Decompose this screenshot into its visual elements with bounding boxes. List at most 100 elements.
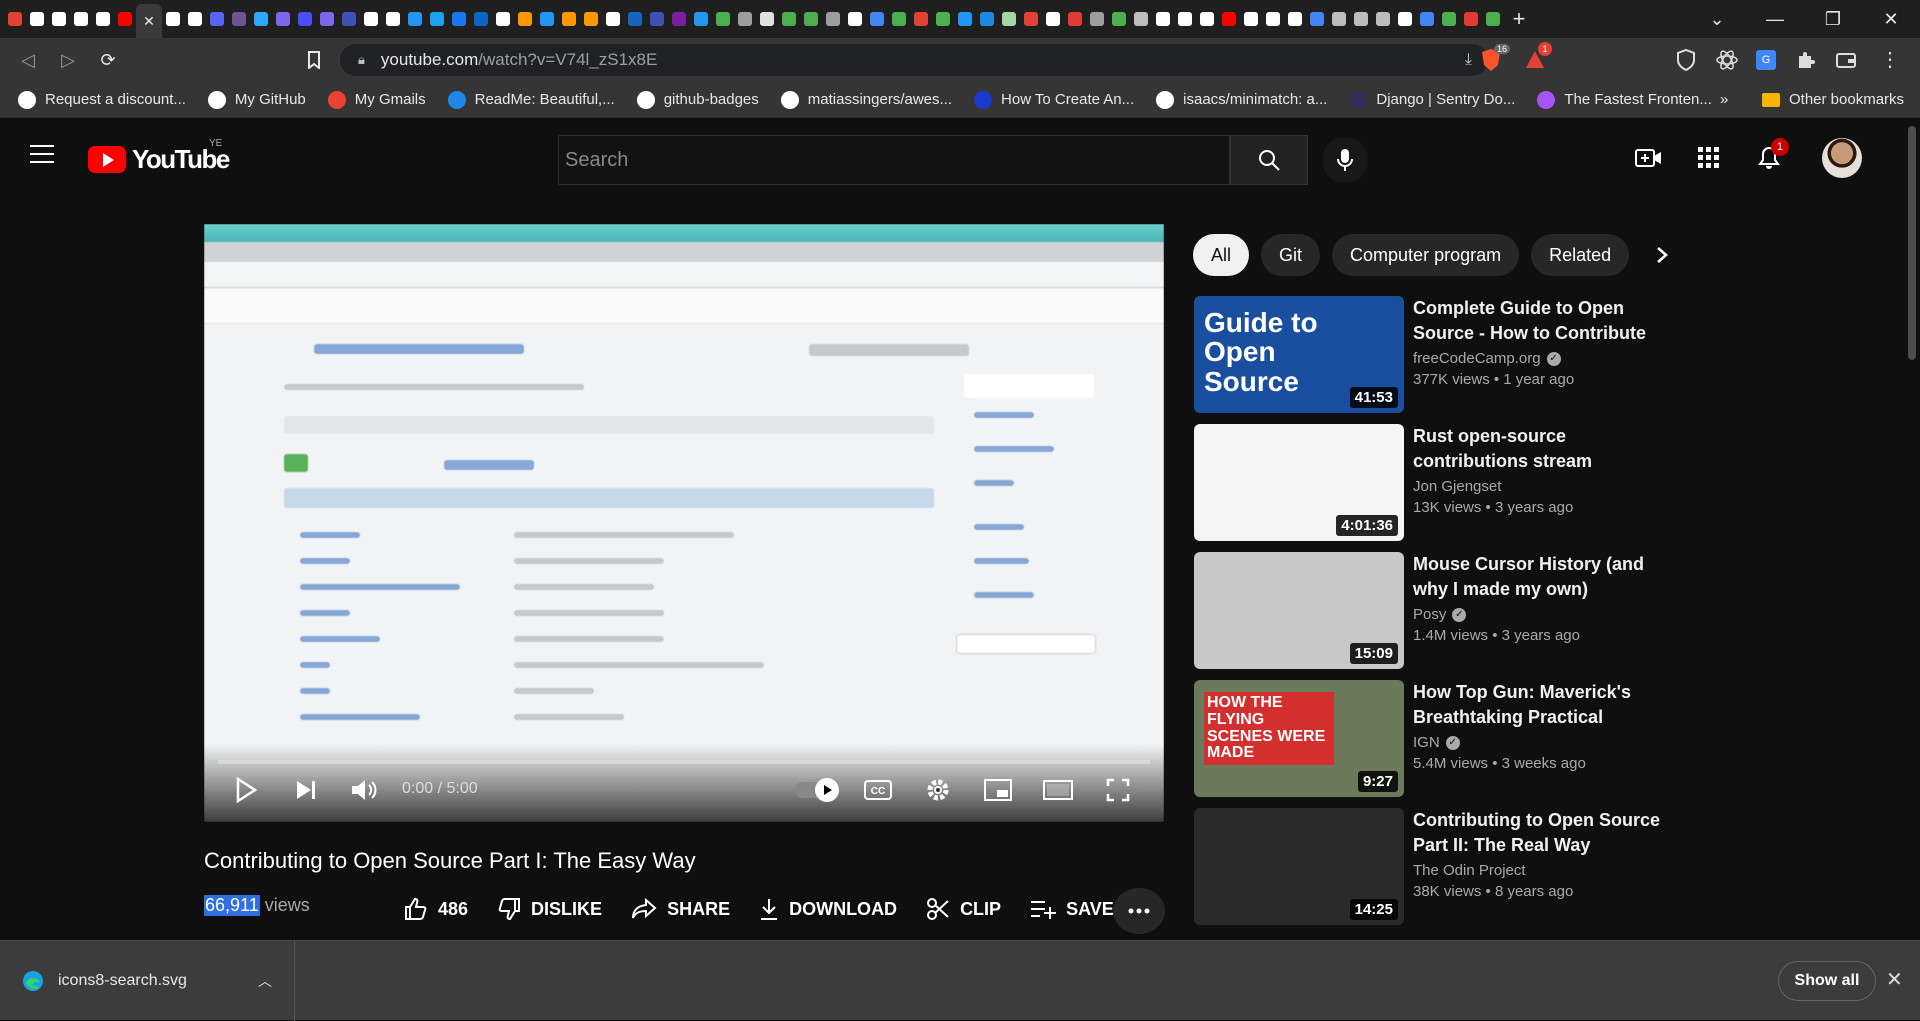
video-thumbnail[interactable]: 14:25	[1194, 808, 1404, 925]
browser-tab[interactable]	[866, 8, 888, 30]
download-button[interactable]: DOWNLOAD	[759, 897, 897, 921]
browser-tab[interactable]	[690, 8, 712, 30]
browser-tab[interactable]	[1174, 8, 1196, 30]
recommendation-item[interactable]: HOW THE FLYING SCENES WERE MADE 9:27 How T…	[1194, 680, 1678, 797]
bookmark-item[interactable]: How To Create An...	[974, 90, 1134, 109]
browser-tab[interactable]	[1350, 8, 1372, 30]
recommendation-item[interactable]: 15:09 Mouse Cursor History (and why I mad…	[1194, 552, 1678, 669]
browser-tab[interactable]	[1284, 8, 1306, 30]
browser-tab[interactable]	[26, 8, 48, 30]
download-item[interactable]: icons8-search.svg ︿	[0, 941, 295, 1021]
browser-tab[interactable]	[316, 8, 338, 30]
video-player[interactable]: 0:00 / 5:00 CC	[204, 224, 1164, 822]
browser-tab[interactable]	[822, 8, 844, 30]
dislike-button[interactable]: DISLIKE	[497, 897, 602, 921]
recommendation-item[interactable]: 4:01:36 Rust open-source contributions st…	[1194, 424, 1678, 541]
bookmarks-overflow-button[interactable]: »	[1720, 91, 1728, 108]
browser-tab[interactable]	[470, 8, 492, 30]
brave-rewards-icon[interactable]: 1	[1524, 38, 1552, 82]
chips-next-button[interactable]	[1640, 234, 1684, 276]
video-thumbnail[interactable]: HOW THE FLYING SCENES WERE MADE 9:27	[1194, 680, 1404, 797]
video-thumbnail[interactable]: 15:09	[1194, 552, 1404, 669]
browser-menu-icon[interactable]: ⋮	[1880, 38, 1900, 82]
extensions-puzzle-icon[interactable]	[1796, 38, 1816, 82]
browser-tab[interactable]	[1416, 8, 1438, 30]
browser-tab[interactable]	[976, 8, 998, 30]
bookmark-item[interactable]: ReadMe: Beautiful,...	[447, 90, 615, 109]
browser-tab[interactable]	[734, 8, 756, 30]
bookmark-item[interactable]: The Fastest Fronten...	[1537, 90, 1712, 109]
recommendation-title[interactable]: Complete Guide to Open Source - How to C…	[1413, 296, 1673, 346]
video-thumbnail[interactable]: Guide to Open Source 41:53	[1194, 296, 1404, 413]
browser-tab[interactable]	[1064, 8, 1086, 30]
other-bookmarks-folder[interactable]: Other bookmarks	[1762, 91, 1904, 108]
browser-tab[interactable]	[1438, 8, 1460, 30]
bookmark-item[interactable]: Django | Sentry Do...	[1349, 90, 1515, 109]
bookmark-item[interactable]: isaacs/minimatch: a...	[1156, 90, 1327, 109]
browser-tab[interactable]	[360, 8, 382, 30]
recommendation-item[interactable]: Guide to Open Source 41:53 Complete Guide …	[1194, 296, 1678, 413]
browser-tab[interactable]	[712, 8, 734, 30]
notifications-button[interactable]: 1	[1751, 138, 1789, 176]
theater-mode-button[interactable]	[1038, 770, 1078, 810]
chip-git[interactable]: Git	[1261, 234, 1321, 276]
browser-tab[interactable]	[1394, 8, 1416, 30]
translate-icon[interactable]: G	[1756, 38, 1776, 82]
chip-computer-program[interactable]: Computer program	[1332, 234, 1520, 276]
browser-tab[interactable]	[1306, 8, 1328, 30]
channel-name[interactable]: freeCodeCamp.org ✓	[1413, 350, 1673, 367]
volume-button[interactable]	[344, 770, 384, 810]
settings-button[interactable]	[918, 770, 958, 810]
channel-name[interactable]: The Odin Project	[1413, 862, 1673, 879]
browser-tab[interactable]	[228, 8, 250, 30]
play-button[interactable]	[226, 770, 266, 810]
browser-tab[interactable]	[48, 8, 70, 30]
save-button[interactable]: SAVE	[1030, 899, 1114, 920]
chip-all[interactable]: All	[1193, 234, 1250, 276]
browser-tab[interactable]	[624, 8, 646, 30]
close-window-button[interactable]: ✕	[1862, 0, 1920, 38]
browser-tab[interactable]	[492, 8, 514, 30]
like-button[interactable]: 486	[404, 897, 468, 921]
bookmark-item[interactable]: My Gmails	[327, 90, 426, 109]
youtube-logo[interactable]: YouTube YE	[88, 138, 230, 175]
channel-name[interactable]: Posy ✓	[1413, 606, 1673, 623]
menu-icon[interactable]	[30, 145, 54, 163]
browser-tab[interactable]	[1372, 8, 1394, 30]
page-scrollbar[interactable]	[1904, 118, 1920, 940]
chip-related[interactable]: Related	[1531, 234, 1630, 276]
browser-tab[interactable]	[1218, 8, 1240, 30]
browser-tab[interactable]	[404, 8, 426, 30]
react-devtools-icon[interactable]	[1716, 38, 1738, 82]
browser-tab[interactable]	[1262, 8, 1284, 30]
browser-tab[interactable]	[888, 8, 910, 30]
reload-button[interactable]: ⟳	[88, 40, 128, 80]
browser-tab[interactable]	[1240, 8, 1262, 30]
bookmark-item[interactable]: Request a discount...	[18, 90, 186, 109]
browser-tab[interactable]	[778, 8, 800, 30]
new-tab-button[interactable]: +	[1504, 4, 1534, 34]
autoplay-toggle[interactable]	[790, 770, 840, 810]
browser-tab[interactable]	[1020, 8, 1042, 30]
browser-tab[interactable]	[1196, 8, 1218, 30]
close-download-shelf-icon[interactable]: ✕	[1886, 967, 1903, 992]
browser-tab[interactable]	[844, 8, 866, 30]
restore-button[interactable]: ❐	[1804, 0, 1862, 38]
recommendation-title[interactable]: Contributing to Open Source Part II: The…	[1413, 808, 1673, 858]
browser-tab[interactable]	[114, 8, 136, 30]
recommendation-title[interactable]: Mouse Cursor History (and why I made my …	[1413, 552, 1673, 602]
browser-tab[interactable]	[250, 8, 272, 30]
avatar[interactable]	[1822, 138, 1862, 178]
install-app-icon[interactable]: ⤓	[1465, 51, 1472, 69]
browser-tab[interactable]	[580, 8, 602, 30]
browser-tab[interactable]	[184, 8, 206, 30]
browser-tab[interactable]	[932, 8, 954, 30]
forward-button[interactable]: ▷	[48, 40, 88, 80]
browser-tab[interactable]	[206, 8, 228, 30]
browser-tab[interactable]	[382, 8, 404, 30]
bookmark-item[interactable]: matiassingers/awes...	[780, 90, 952, 109]
shield-extension-icon[interactable]	[1676, 38, 1696, 82]
browser-tab[interactable]	[426, 8, 448, 30]
more-actions-button[interactable]	[1113, 888, 1165, 934]
browser-tab[interactable]	[1108, 8, 1130, 30]
